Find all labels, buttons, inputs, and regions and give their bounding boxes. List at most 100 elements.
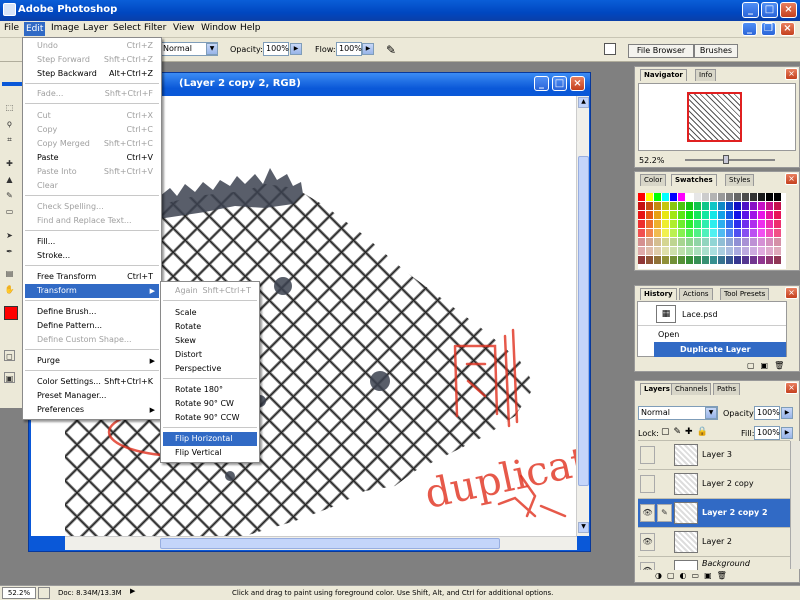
- menu-view[interactable]: View: [173, 23, 194, 33]
- swatch-cell[interactable]: [646, 247, 653, 255]
- menu-item-paste[interactable]: Paste Ctrl+V: [25, 151, 159, 165]
- swatch-cell[interactable]: [750, 220, 757, 228]
- layer-row[interactable]: 👁 Background: [638, 556, 790, 570]
- swatch-cell[interactable]: [678, 202, 685, 210]
- swatch-cell[interactable]: [710, 211, 717, 219]
- panel-close-icon[interactable]: ×: [785, 173, 798, 185]
- layer-opacity-slider-icon[interactable]: ▶: [781, 407, 793, 419]
- swatch-cell[interactable]: [694, 211, 701, 219]
- menu-item-scale[interactable]: Scale: [163, 306, 257, 320]
- swatch-cell[interactable]: [710, 220, 717, 228]
- palette-well-icon[interactable]: [604, 43, 616, 55]
- menu-item-stroke[interactable]: Stroke...: [25, 249, 159, 263]
- doc-win-close-button[interactable]: ×: [570, 76, 585, 91]
- swatch-cell[interactable]: [766, 193, 773, 201]
- swatch-cell[interactable]: [734, 193, 741, 201]
- maximize-button[interactable]: □: [761, 2, 778, 18]
- swatch-cell[interactable]: [678, 229, 685, 237]
- swatch-cell[interactable]: [718, 193, 725, 201]
- swatch-cell[interactable]: [662, 229, 669, 237]
- eye-icon[interactable]: 👁: [640, 504, 655, 522]
- tab-layers[interactable]: Layers: [640, 383, 674, 395]
- swatch-cell[interactable]: [774, 256, 781, 264]
- status-menu-icon[interactable]: ▶: [130, 587, 138, 599]
- menu-layer[interactable]: Layer: [83, 23, 108, 33]
- horizontal-scrollbar[interactable]: [65, 536, 577, 550]
- swatch-cell[interactable]: [670, 220, 677, 228]
- swatch-cell[interactable]: [654, 202, 661, 210]
- menu-window[interactable]: Window: [201, 23, 237, 33]
- swatch-cell[interactable]: [694, 247, 701, 255]
- menu-help[interactable]: Help: [240, 23, 261, 33]
- menu-item-distort[interactable]: Distort: [163, 348, 257, 362]
- swatch-cell[interactable]: [710, 256, 717, 264]
- menu-item-step-forward[interactable]: Step Forward Shft+Ctrl+Z: [25, 53, 159, 67]
- swatch-cell[interactable]: [662, 238, 669, 246]
- swatch-cell[interactable]: [750, 238, 757, 246]
- swatch-cell[interactable]: [718, 238, 725, 246]
- swatch-cell[interactable]: [638, 256, 645, 264]
- swatch-cell[interactable]: [702, 238, 709, 246]
- swatch-cell[interactable]: [742, 238, 749, 246]
- swatch-cell[interactable]: [742, 202, 749, 210]
- swatch-grid[interactable]: [638, 193, 786, 269]
- pen-tool-icon[interactable]: ✒: [4, 246, 15, 257]
- swatch-cell[interactable]: [662, 211, 669, 219]
- navigator-preview[interactable]: [638, 83, 796, 151]
- stamp-tool-icon[interactable]: ▲: [4, 174, 15, 185]
- crop-tool-icon[interactable]: ⌗: [4, 134, 15, 145]
- tab-history[interactable]: History: [640, 288, 677, 300]
- swatch-cell[interactable]: [726, 256, 733, 264]
- menu-item-flip-vertical[interactable]: Flip Vertical: [163, 446, 257, 460]
- swatch-cell[interactable]: [726, 220, 733, 228]
- swatch-cell[interactable]: [678, 238, 685, 246]
- menu-item-define-brush[interactable]: Define Brush...: [25, 305, 159, 319]
- swatch-cell[interactable]: [774, 229, 781, 237]
- scroll-down-icon[interactable]: ▼: [578, 522, 589, 533]
- doc-win-maximize-button[interactable]: □: [552, 76, 567, 91]
- swatch-cell[interactable]: [702, 229, 709, 237]
- swatch-cell[interactable]: [646, 238, 653, 246]
- swatch-cell[interactable]: [718, 202, 725, 210]
- menu-item-again[interactable]: Again Shft+Ctrl+T: [163, 284, 257, 298]
- swatch-cell[interactable]: [678, 247, 685, 255]
- swatch-cell[interactable]: [774, 238, 781, 246]
- fill-field[interactable]: 100%: [754, 426, 780, 440]
- tab-info[interactable]: Info: [695, 69, 717, 81]
- swatch-cell[interactable]: [638, 220, 645, 228]
- healing-tool-icon[interactable]: ✚: [4, 158, 15, 169]
- menu-item-rotate-90-cw[interactable]: Rotate 90° CW: [163, 397, 257, 411]
- tab-color[interactable]: Color: [640, 174, 667, 186]
- lasso-tool-icon[interactable]: ϙ: [4, 118, 15, 129]
- menu-item-skew[interactable]: Skew: [163, 334, 257, 348]
- status-preview-icon[interactable]: [38, 587, 50, 599]
- swatch-cell[interactable]: [670, 256, 677, 264]
- swatch-cell[interactable]: [710, 202, 717, 210]
- swatch-cell[interactable]: [718, 256, 725, 264]
- menu-item-cut[interactable]: Cut Ctrl+X: [25, 109, 159, 123]
- navigator-view-box[interactable]: [687, 92, 742, 142]
- swatch-cell[interactable]: [694, 256, 701, 264]
- scroll-up-icon[interactable]: ▲: [578, 97, 589, 108]
- doc-minimize-button[interactable]: _: [742, 22, 757, 36]
- swatch-cell[interactable]: [718, 220, 725, 228]
- layer-row[interactable]: Layer 3: [638, 440, 790, 469]
- flow-slider-icon[interactable]: ▶: [362, 43, 374, 55]
- swatch-cell[interactable]: [734, 238, 741, 246]
- swatch-cell[interactable]: [750, 202, 757, 210]
- opacity-field[interactable]: 100%: [263, 42, 289, 56]
- tab-paths[interactable]: Paths: [713, 383, 741, 395]
- menu-item-fade[interactable]: Fade... Shft+Ctrl+F: [25, 87, 159, 101]
- swatch-cell[interactable]: [758, 211, 765, 219]
- swatch-cell[interactable]: [678, 256, 685, 264]
- path-select-icon[interactable]: ➤: [4, 230, 15, 241]
- eraser-tool-icon[interactable]: ▭: [4, 206, 15, 217]
- swatch-cell[interactable]: [766, 238, 773, 246]
- swatch-cell[interactable]: [670, 229, 677, 237]
- swatch-cell[interactable]: [726, 238, 733, 246]
- swatch-cell[interactable]: [654, 220, 661, 228]
- swatch-cell[interactable]: [694, 238, 701, 246]
- swatch-cell[interactable]: [734, 256, 741, 264]
- swatch-cell[interactable]: [734, 229, 741, 237]
- swatch-cell[interactable]: [702, 256, 709, 264]
